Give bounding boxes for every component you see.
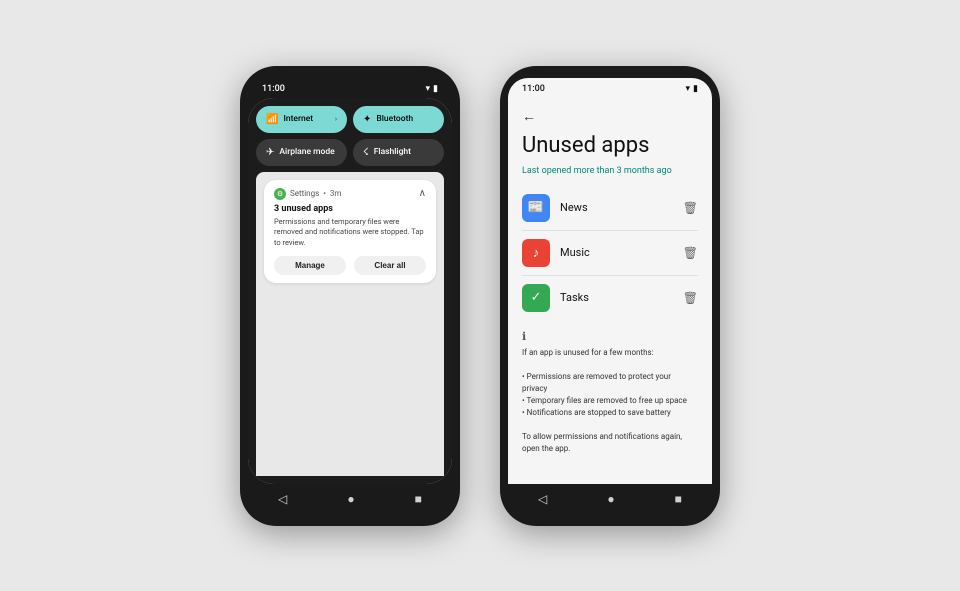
news-name: News bbox=[560, 201, 683, 214]
flashlight-label: Flashlight bbox=[374, 147, 411, 157]
music-name: Music bbox=[560, 246, 683, 259]
music-delete-icon[interactable]: 🗑 bbox=[683, 246, 698, 260]
battery-icon-2: ▮ bbox=[693, 84, 698, 94]
news-icon: 📰 bbox=[528, 200, 544, 215]
home-nav-2[interactable]: ● bbox=[607, 492, 614, 506]
flashlight-tile[interactable]: ☇ Flashlight bbox=[353, 139, 444, 166]
status-icons-1: ▾ ▮ bbox=[426, 84, 438, 94]
notification-card[interactable]: ⚙ Settings • 3m ∧ 3 unused apps Permissi… bbox=[264, 180, 436, 284]
internet-tile[interactable]: 📶 Internet › bbox=[256, 106, 347, 133]
battery-icon: ▮ bbox=[433, 84, 438, 94]
status-icons-2: ▾ ▮ bbox=[686, 84, 698, 94]
qs-row-2: ✈ Airplane mode ☇ Flashlight bbox=[256, 139, 444, 166]
info-section: ℹ If an app is unused for a few months: … bbox=[522, 330, 698, 455]
news-icon-box: 📰 bbox=[522, 194, 550, 222]
tasks-delete-icon[interactable]: 🗑 bbox=[683, 291, 698, 305]
back-nav-1[interactable]: ◁ bbox=[278, 492, 287, 506]
notif-title: 3 unused apps bbox=[274, 204, 426, 214]
tasks-name: Tasks bbox=[560, 291, 683, 304]
airplane-icon: ✈ bbox=[266, 147, 274, 158]
info-text: If an app is unused for a few months: • … bbox=[522, 347, 698, 455]
nav-bar-1: ◁ ● ■ bbox=[248, 484, 452, 514]
subtitle: Last opened more than 3 months ago bbox=[522, 166, 698, 176]
page-title: Unused apps bbox=[522, 133, 698, 158]
time-1: 11:00 bbox=[262, 84, 285, 94]
notif-app-row: ⚙ Settings • 3m bbox=[274, 188, 341, 200]
bluetooth-icon: ✦ bbox=[363, 114, 371, 125]
notif-chevron[interactable]: ∧ bbox=[419, 188, 426, 199]
notif-header: ⚙ Settings • 3m ∧ bbox=[274, 188, 426, 200]
back-nav-2[interactable]: ◁ bbox=[538, 492, 547, 506]
info-icon: ℹ bbox=[522, 330, 698, 343]
settings-icon: ⚙ bbox=[274, 188, 286, 200]
notif-app-name: Settings • 3m bbox=[290, 189, 341, 198]
tasks-icon-box: ✓ bbox=[522, 284, 550, 312]
airplane-tile[interactable]: ✈ Airplane mode bbox=[256, 139, 347, 166]
status-bar-1: 11:00 ▾ ▮ bbox=[248, 78, 452, 98]
music-icon: ♪ bbox=[533, 245, 540, 261]
notif-actions: Manage Clear all bbox=[274, 256, 426, 275]
app-item-news[interactable]: 📰 News 🗑 bbox=[522, 186, 698, 231]
qs-row-1: 📶 Internet › ✦ Bluetooth bbox=[256, 106, 444, 133]
app-item-music[interactable]: ♪ Music 🗑 bbox=[522, 231, 698, 276]
news-delete-icon[interactable]: 🗑 bbox=[683, 201, 698, 215]
clear-all-button[interactable]: Clear all bbox=[354, 256, 426, 275]
internet-label: Internet bbox=[283, 114, 313, 124]
phone-1: 11:00 ▾ ▮ 📶 Internet › ✦ Bluetooth bbox=[240, 66, 460, 526]
home-nav-1[interactable]: ● bbox=[347, 492, 354, 506]
screen-content: ← Unused apps Last opened more than 3 mo… bbox=[508, 98, 712, 484]
quick-settings-panel: 📶 Internet › ✦ Bluetooth ✈ Airplane mode… bbox=[248, 98, 452, 484]
music-icon-box: ♪ bbox=[522, 239, 550, 267]
wifi-icon-2: ▾ bbox=[686, 84, 691, 94]
flashlight-icon: ☇ bbox=[363, 147, 369, 158]
status-bar-2: 11:00 ▾ ▮ bbox=[508, 78, 712, 98]
phone-screen-1: 📶 Internet › ✦ Bluetooth ✈ Airplane mode… bbox=[248, 98, 452, 484]
recent-nav-2[interactable]: ■ bbox=[675, 492, 682, 506]
app-item-tasks[interactable]: ✓ Tasks 🗑 bbox=[522, 276, 698, 320]
internet-arrow: › bbox=[335, 115, 337, 123]
wifi-icon: ▾ bbox=[426, 84, 431, 94]
phone-2: 11:00 ▾ ▮ ← Unused apps Last opened more… bbox=[500, 66, 720, 526]
notif-body: Permissions and temporary files were rem… bbox=[274, 217, 426, 249]
recent-nav-1[interactable]: ■ bbox=[415, 492, 422, 506]
app-list: 📰 News 🗑 ♪ Music 🗑 ✓ bbox=[522, 186, 698, 320]
time-2: 11:00 bbox=[522, 84, 545, 94]
nav-bar-2: ◁ ● ■ bbox=[508, 484, 712, 514]
bluetooth-label: Bluetooth bbox=[376, 114, 413, 124]
back-button[interactable]: ← bbox=[522, 108, 698, 125]
manage-button[interactable]: Manage bbox=[274, 256, 346, 275]
notification-area: ⚙ Settings • 3m ∧ 3 unused apps Permissi… bbox=[256, 172, 444, 476]
unused-apps-screen: ← Unused apps Last opened more than 3 mo… bbox=[508, 98, 712, 484]
tasks-icon: ✓ bbox=[531, 290, 542, 305]
wifi-tile-icon: 📶 bbox=[266, 114, 278, 125]
airplane-label: Airplane mode bbox=[279, 147, 334, 157]
bluetooth-tile[interactable]: ✦ Bluetooth bbox=[353, 106, 444, 133]
